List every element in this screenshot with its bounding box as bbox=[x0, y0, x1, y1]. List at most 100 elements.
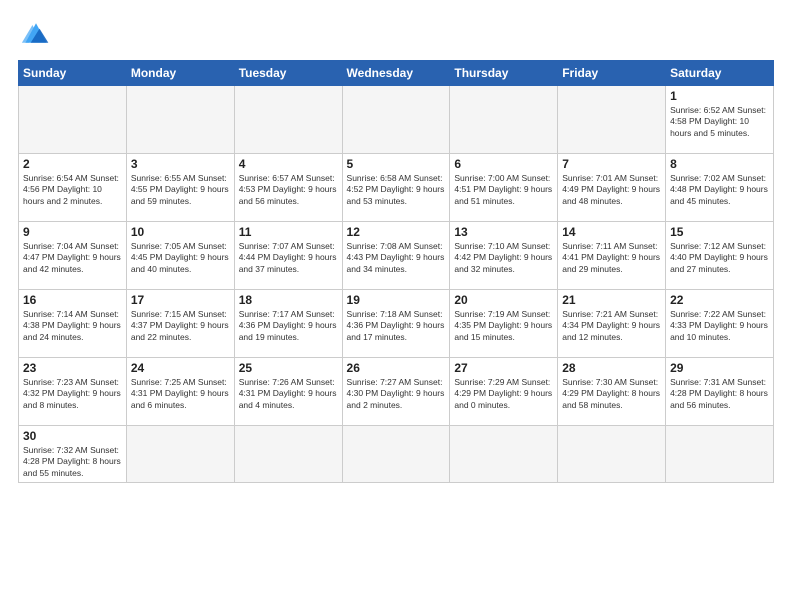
calendar-day-header: Friday bbox=[558, 61, 666, 86]
calendar-cell: 29 Sunrise: 7:31 AM Sunset: 4:28 PM Dayli… bbox=[666, 358, 774, 426]
day-number: 4 bbox=[239, 157, 338, 171]
day-number: 6 bbox=[454, 157, 553, 171]
calendar-day-header: Tuesday bbox=[234, 61, 342, 86]
day-info: Sunrise: 7:17 AM Sunset: 4:36 PM Dayligh… bbox=[239, 309, 338, 343]
calendar-day-header: Saturday bbox=[666, 61, 774, 86]
day-number: 27 bbox=[454, 361, 553, 375]
calendar-cell: 30 Sunrise: 7:32 AM Sunset: 4:28 PM Dayli… bbox=[19, 426, 127, 483]
day-info: Sunrise: 7:10 AM Sunset: 4:42 PM Dayligh… bbox=[454, 241, 553, 275]
calendar-cell: 27 Sunrise: 7:29 AM Sunset: 4:29 PM Dayli… bbox=[450, 358, 558, 426]
calendar-cell bbox=[234, 86, 342, 154]
day-info: Sunrise: 7:05 AM Sunset: 4:45 PM Dayligh… bbox=[131, 241, 230, 275]
day-number: 29 bbox=[670, 361, 769, 375]
calendar-cell bbox=[450, 86, 558, 154]
calendar-cell: 19Sunrise: 7:18 AM Sunset: 4:36 PM Dayli… bbox=[342, 290, 450, 358]
day-info: Sunrise: 6:58 AM Sunset: 4:52 PM Dayligh… bbox=[347, 173, 446, 207]
day-info: Sunrise: 7:18 AM Sunset: 4:36 PM Dayligh… bbox=[347, 309, 446, 343]
day-info: Sunrise: 6:54 AM Sunset: 4:56 PM Dayligh… bbox=[23, 173, 122, 207]
day-number: 24 bbox=[131, 361, 230, 375]
calendar-cell: 11Sunrise: 7:07 AM Sunset: 4:44 PM Dayli… bbox=[234, 222, 342, 290]
calendar-cell bbox=[126, 86, 234, 154]
logo bbox=[18, 18, 58, 48]
day-number: 30 bbox=[23, 429, 122, 443]
header bbox=[18, 18, 774, 48]
day-info: Sunrise: 7:04 AM Sunset: 4:47 PM Dayligh… bbox=[23, 241, 122, 275]
day-number: 8 bbox=[670, 157, 769, 171]
calendar-week-row: 30 Sunrise: 7:32 AM Sunset: 4:28 PM Dayli… bbox=[19, 426, 774, 483]
day-number: 28 bbox=[562, 361, 661, 375]
day-number: 14 bbox=[562, 225, 661, 239]
day-info: Sunrise: 7:11 AM Sunset: 4:41 PM Dayligh… bbox=[562, 241, 661, 275]
calendar: SundayMondayTuesdayWednesdayThursdayFrid… bbox=[18, 60, 774, 483]
calendar-cell: 9Sunrise: 7:04 AM Sunset: 4:47 PM Daylig… bbox=[19, 222, 127, 290]
calendar-cell: 25Sunrise: 7:26 AM Sunset: 4:31 PM Dayli… bbox=[234, 358, 342, 426]
calendar-cell: 16Sunrise: 7:14 AM Sunset: 4:38 PM Dayli… bbox=[19, 290, 127, 358]
calendar-cell: 12Sunrise: 7:08 AM Sunset: 4:43 PM Dayli… bbox=[342, 222, 450, 290]
calendar-cell: 21 Sunrise: 7:21 AM Sunset: 4:34 PM Dayli… bbox=[558, 290, 666, 358]
calendar-cell bbox=[558, 426, 666, 483]
day-info: Sunrise: 7:26 AM Sunset: 4:31 PM Dayligh… bbox=[239, 377, 338, 411]
day-info: Sunrise: 7:23 AM Sunset: 4:32 PM Dayligh… bbox=[23, 377, 122, 411]
calendar-cell: 26Sunrise: 7:27 AM Sunset: 4:30 PM Dayli… bbox=[342, 358, 450, 426]
day-number: 15 bbox=[670, 225, 769, 239]
calendar-cell: 1Sunrise: 6:52 AM Sunset: 4:58 PM Daylig… bbox=[666, 86, 774, 154]
calendar-week-row: 9Sunrise: 7:04 AM Sunset: 4:47 PM Daylig… bbox=[19, 222, 774, 290]
calendar-cell: 15 Sunrise: 7:12 AM Sunset: 4:40 PM Dayli… bbox=[666, 222, 774, 290]
calendar-day-header: Wednesday bbox=[342, 61, 450, 86]
calendar-cell: 3Sunrise: 6:55 AM Sunset: 4:55 PM Daylig… bbox=[126, 154, 234, 222]
calendar-cell bbox=[666, 426, 774, 483]
calendar-cell: 6 Sunrise: 7:00 AM Sunset: 4:51 PM Daylig… bbox=[450, 154, 558, 222]
day-info: Sunrise: 7:01 AM Sunset: 4:49 PM Dayligh… bbox=[562, 173, 661, 207]
calendar-week-row: 2 Sunrise: 6:54 AM Sunset: 4:56 PM Daylig… bbox=[19, 154, 774, 222]
day-info: Sunrise: 7:02 AM Sunset: 4:48 PM Dayligh… bbox=[670, 173, 769, 207]
calendar-cell: 14 Sunrise: 7:11 AM Sunset: 4:41 PM Dayli… bbox=[558, 222, 666, 290]
day-number: 22 bbox=[670, 293, 769, 307]
calendar-week-row: 16Sunrise: 7:14 AM Sunset: 4:38 PM Dayli… bbox=[19, 290, 774, 358]
calendar-cell: 24 Sunrise: 7:25 AM Sunset: 4:31 PM Dayli… bbox=[126, 358, 234, 426]
day-info: Sunrise: 7:29 AM Sunset: 4:29 PM Dayligh… bbox=[454, 377, 553, 411]
day-info: Sunrise: 7:12 AM Sunset: 4:40 PM Dayligh… bbox=[670, 241, 769, 275]
day-number: 20 bbox=[454, 293, 553, 307]
calendar-cell: 20 Sunrise: 7:19 AM Sunset: 4:35 PM Dayli… bbox=[450, 290, 558, 358]
calendar-cell bbox=[126, 426, 234, 483]
calendar-cell: 23 Sunrise: 7:23 AM Sunset: 4:32 PM Dayli… bbox=[19, 358, 127, 426]
day-info: Sunrise: 7:00 AM Sunset: 4:51 PM Dayligh… bbox=[454, 173, 553, 207]
day-info: Sunrise: 7:31 AM Sunset: 4:28 PM Dayligh… bbox=[670, 377, 769, 411]
calendar-cell: 18 Sunrise: 7:17 AM Sunset: 4:36 PM Dayli… bbox=[234, 290, 342, 358]
day-info: Sunrise: 7:21 AM Sunset: 4:34 PM Dayligh… bbox=[562, 309, 661, 343]
day-info: Sunrise: 7:25 AM Sunset: 4:31 PM Dayligh… bbox=[131, 377, 230, 411]
calendar-cell: 22Sunrise: 7:22 AM Sunset: 4:33 PM Dayli… bbox=[666, 290, 774, 358]
calendar-header-row: SundayMondayTuesdayWednesdayThursdayFrid… bbox=[19, 61, 774, 86]
calendar-cell: 5 Sunrise: 6:58 AM Sunset: 4:52 PM Daylig… bbox=[342, 154, 450, 222]
day-info: Sunrise: 6:57 AM Sunset: 4:53 PM Dayligh… bbox=[239, 173, 338, 207]
calendar-day-header: Monday bbox=[126, 61, 234, 86]
day-info: Sunrise: 7:08 AM Sunset: 4:43 PM Dayligh… bbox=[347, 241, 446, 275]
day-number: 21 bbox=[562, 293, 661, 307]
day-number: 2 bbox=[23, 157, 122, 171]
calendar-cell: 10 Sunrise: 7:05 AM Sunset: 4:45 PM Dayli… bbox=[126, 222, 234, 290]
day-info: Sunrise: 7:15 AM Sunset: 4:37 PM Dayligh… bbox=[131, 309, 230, 343]
day-number: 1 bbox=[670, 89, 769, 103]
day-number: 18 bbox=[239, 293, 338, 307]
day-number: 13 bbox=[454, 225, 553, 239]
day-info: Sunrise: 7:19 AM Sunset: 4:35 PM Dayligh… bbox=[454, 309, 553, 343]
calendar-cell bbox=[558, 86, 666, 154]
calendar-cell: 28 Sunrise: 7:30 AM Sunset: 4:29 PM Dayli… bbox=[558, 358, 666, 426]
day-number: 10 bbox=[131, 225, 230, 239]
calendar-cell: 13 Sunrise: 7:10 AM Sunset: 4:42 PM Dayli… bbox=[450, 222, 558, 290]
calendar-cell: 17 Sunrise: 7:15 AM Sunset: 4:37 PM Dayli… bbox=[126, 290, 234, 358]
day-info: Sunrise: 7:14 AM Sunset: 4:38 PM Dayligh… bbox=[23, 309, 122, 343]
day-info: Sunrise: 7:30 AM Sunset: 4:29 PM Dayligh… bbox=[562, 377, 661, 411]
calendar-cell: 2 Sunrise: 6:54 AM Sunset: 4:56 PM Daylig… bbox=[19, 154, 127, 222]
day-number: 7 bbox=[562, 157, 661, 171]
day-number: 23 bbox=[23, 361, 122, 375]
calendar-cell: 8 Sunrise: 7:02 AM Sunset: 4:48 PM Daylig… bbox=[666, 154, 774, 222]
day-number: 5 bbox=[347, 157, 446, 171]
calendar-cell bbox=[342, 426, 450, 483]
calendar-cell bbox=[450, 426, 558, 483]
day-info: Sunrise: 7:32 AM Sunset: 4:28 PM Dayligh… bbox=[23, 445, 122, 479]
day-info: Sunrise: 7:27 AM Sunset: 4:30 PM Dayligh… bbox=[347, 377, 446, 411]
day-info: Sunrise: 7:07 AM Sunset: 4:44 PM Dayligh… bbox=[239, 241, 338, 275]
day-number: 17 bbox=[131, 293, 230, 307]
calendar-cell: 7 Sunrise: 7:01 AM Sunset: 4:49 PM Daylig… bbox=[558, 154, 666, 222]
